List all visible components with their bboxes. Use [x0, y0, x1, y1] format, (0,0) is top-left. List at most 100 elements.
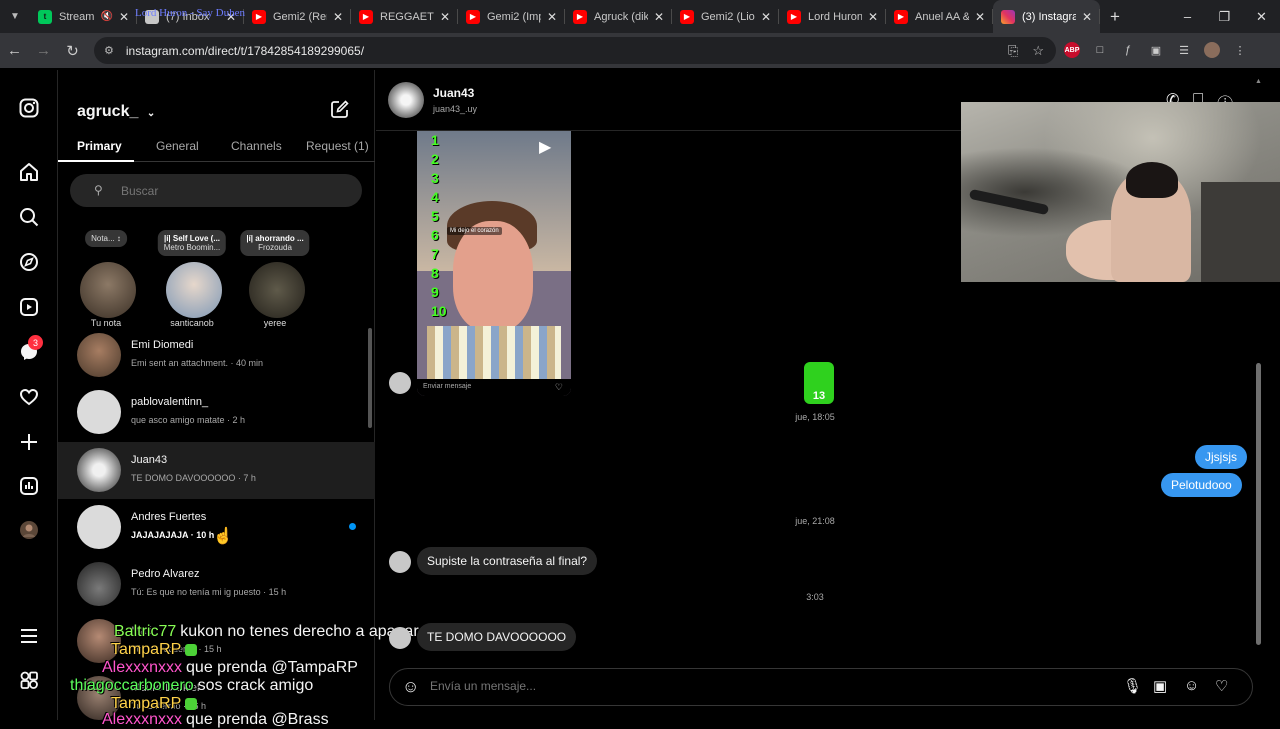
timestamp: 3:03: [806, 592, 824, 602]
conversation-row-selected[interactable]: Juan43 TE DOMO DAVOOOOOO · 7 h: [58, 442, 375, 499]
account-switcher[interactable]: agruck_ ⌄: [77, 103, 155, 121]
reel-number-list: 1 2 3 4 5 6 7 8 9 10: [431, 131, 451, 321]
emoji-icon[interactable]: ☺: [402, 677, 419, 697]
adblock-icon[interactable]: ABP: [1064, 42, 1080, 58]
webcam-overlay: [961, 102, 1280, 282]
search-input[interactable]: [121, 183, 361, 198]
received-message[interactable]: Supiste la contraseña al final?: [417, 547, 598, 575]
restore-icon[interactable]: ❐: [1206, 9, 1243, 25]
scroll-up-arrow[interactable]: ▲: [1255, 78, 1262, 85]
sticker-icon[interactable]: ☺: [1184, 677, 1199, 694]
home-icon[interactable]: [17, 160, 41, 184]
close-tab-icon[interactable]: ✕: [975, 10, 985, 24]
youtube-icon: ▶: [787, 9, 801, 24]
profile-avatar-icon[interactable]: [17, 518, 41, 542]
tab-primary[interactable]: Primary: [77, 139, 122, 153]
more-menu-icon[interactable]: ⋮: [1232, 42, 1248, 58]
instagram-logo-icon[interactable]: [17, 96, 41, 120]
avatar: [77, 562, 121, 606]
minimize-icon[interactable]: –: [1169, 9, 1206, 25]
youtube-icon: ▶: [894, 9, 908, 24]
youtube-icon: ▶: [680, 9, 694, 24]
message-input[interactable]: [430, 679, 1080, 693]
browser-tab[interactable]: ▶ Gemi2 (Lior ✕: [672, 0, 779, 33]
account-username: agruck_: [77, 103, 139, 120]
image-icon[interactable]: ▣: [1153, 677, 1167, 695]
sent-message[interactable]: Pelotudooo: [1161, 473, 1242, 497]
extension-icon[interactable]: ƒ: [1120, 42, 1136, 58]
thread-avatar[interactable]: [388, 82, 424, 118]
tab-requests[interactable]: Request (1): [306, 139, 369, 153]
browser-tab[interactable]: ▶ Agruck (dik ✕: [565, 0, 672, 33]
shared-reel[interactable]: 1 2 3 4 5 6 7 8 9 10 ▶ Mi dejo el corazó…: [417, 131, 571, 396]
conversation-name: Emi Diomedi: [131, 339, 194, 351]
close-tab-icon[interactable]: ✕: [547, 10, 557, 24]
explore-icon[interactable]: [17, 250, 41, 274]
browser-tab[interactable]: ▶ Lord Huron ✕: [779, 0, 886, 33]
dashboard-icon[interactable]: [17, 474, 41, 498]
extension-icon[interactable]: □: [1092, 42, 1108, 58]
tab-search-icon[interactable]: ▼: [0, 0, 30, 33]
profile-avatar[interactable]: [1204, 42, 1220, 58]
browser-tab-active[interactable]: (3) Instagra ✕: [993, 0, 1100, 33]
meta-apps-icon[interactable]: [17, 668, 41, 692]
note-avatar: [166, 262, 222, 318]
tab-title: REGGAETO: [380, 10, 434, 23]
url-bar[interactable]: ⚙ instagram.com/direct/t/178428541892990…: [94, 37, 1056, 64]
menu-hamburger-icon[interactable]: [17, 624, 41, 648]
browser-tab[interactable]: t Stream 🔇 ✕: [30, 0, 137, 33]
sticker: 13: [804, 362, 834, 404]
search-box[interactable]: ⚲: [70, 174, 362, 207]
tab-channels[interactable]: Channels: [231, 139, 282, 153]
close-tab-icon[interactable]: ✕: [333, 10, 343, 24]
conversation-row[interactable]: pablovalentinn_ que asco amigo matate · …: [58, 384, 375, 441]
inbox-scrollbar[interactable]: [368, 328, 372, 428]
compose-message-icon[interactable]: [330, 99, 350, 119]
close-tab-icon[interactable]: ✕: [119, 10, 129, 24]
microphone-icon[interactable]: 🎙: [1123, 677, 1142, 695]
sticker-text: 13: [812, 390, 826, 402]
heart-icon[interactable]: ♡: [555, 382, 563, 393]
heart-icon[interactable]: [17, 385, 41, 409]
chat-user: Baltric77: [114, 623, 177, 640]
reel-reply-bar[interactable]: Enviar mensaje ♡: [417, 379, 571, 396]
thread-name[interactable]: Juan43: [433, 86, 474, 100]
note-bubble: |í| Self Love (... Metro Boomin...: [157, 230, 227, 256]
create-plus-icon[interactable]: [17, 430, 41, 454]
forward-icon[interactable]: →: [29, 42, 58, 59]
window-close-icon[interactable]: ✕: [1243, 9, 1280, 25]
install-app-icon[interactable]: ⎘: [1008, 43, 1018, 59]
tab-general[interactable]: General: [156, 139, 199, 153]
close-tab-icon[interactable]: ✕: [654, 10, 664, 24]
puzzle-icon[interactable]: ▣: [1148, 42, 1164, 58]
reel-number: 7: [431, 246, 439, 262]
back-icon[interactable]: ←: [0, 42, 29, 59]
browser-tab[interactable]: ▶ Gemi2 (Rem ✕: [244, 0, 351, 33]
note-bubble-title: |í| ahorrando ...: [246, 234, 304, 243]
conversation-row[interactable]: Pedro Alvarez Tú: Es que no tenía mi ig …: [58, 556, 375, 613]
messenger-icon[interactable]: 3: [17, 335, 43, 364]
close-tab-icon[interactable]: ✕: [1082, 10, 1092, 24]
bookmark-star-icon[interactable]: ☆: [1032, 43, 1044, 59]
reading-list-icon[interactable]: ☰: [1176, 42, 1192, 58]
browser-tab[interactable]: ▶ Gemi2 (Imp ✕: [458, 0, 565, 33]
conversation-row[interactable]: Emi Diomedi Emi sent an attachment. · 40…: [58, 327, 375, 384]
reels-icon[interactable]: [17, 295, 41, 319]
browser-tab[interactable]: ▶ Anuel AA & ✕: [886, 0, 993, 33]
reload-icon[interactable]: ↻: [58, 42, 87, 60]
search-icon[interactable]: [17, 205, 41, 229]
tab-title: (3) Instagra: [1022, 10, 1076, 23]
close-tab-icon[interactable]: ✕: [440, 10, 450, 24]
play-icon[interactable]: ▶: [539, 137, 551, 157]
sent-message[interactable]: Jjsjsjs: [1195, 445, 1247, 469]
close-tab-icon[interactable]: ✕: [761, 10, 771, 24]
heart-icon[interactable]: ♡: [1215, 677, 1228, 695]
thread-scrollbar[interactable]: [1256, 363, 1261, 645]
new-tab-button[interactable]: +: [1100, 7, 1130, 27]
site-info-icon[interactable]: ⚙: [104, 44, 114, 57]
received-message[interactable]: TE DOMO DAVOOOOOO: [417, 623, 577, 651]
close-tab-icon[interactable]: ✕: [868, 10, 878, 24]
mute-icon[interactable]: 🔇: [100, 11, 112, 22]
browser-tab[interactable]: ▶ REGGAETO ✕: [351, 0, 458, 33]
youtube-icon: ▶: [252, 9, 266, 24]
